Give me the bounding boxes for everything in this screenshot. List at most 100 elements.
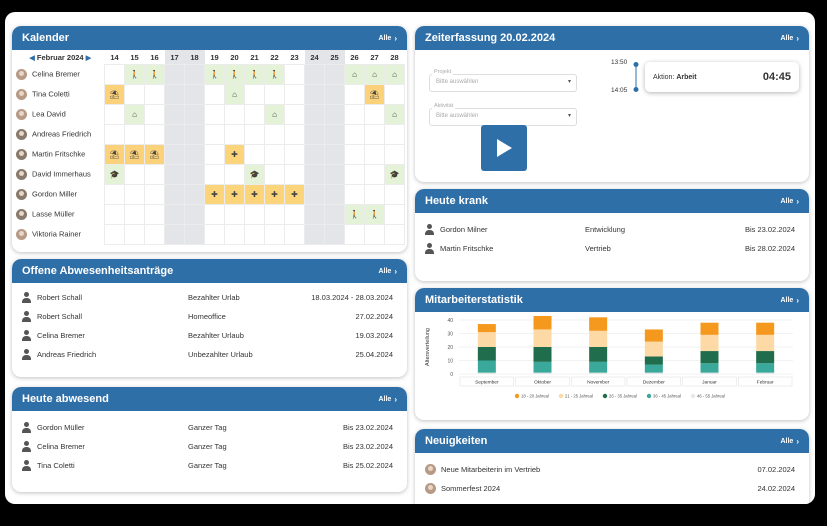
calendar-cell[interactable] [324,224,345,245]
calendar-cell[interactable] [164,104,185,125]
calendar-cell[interactable] [304,204,325,225]
calendar-cell[interactable] [164,204,185,225]
calendar-cell[interactable] [184,184,205,205]
requests-all-link[interactable]: Alle › [378,267,397,276]
calendar-cell[interactable] [144,224,165,245]
calendar-cell[interactable]: ⛱ [124,144,145,165]
calendar-cell[interactable]: ⛱ [364,84,385,105]
calendar-cell[interactable] [184,224,205,245]
calendar-cell[interactable]: 🚶 [344,204,365,225]
calendar-cell[interactable] [124,124,145,145]
list-item[interactable]: Gordon Milner Entwicklung Bis 23.02.2024 [415,220,809,239]
calendar-cell[interactable] [324,84,345,105]
calendar-cell[interactable] [184,204,205,225]
employee-name-cell[interactable]: Tina Coletti [12,85,105,105]
calendar-cell[interactable] [324,164,345,185]
calendar-cell[interactable] [384,84,405,105]
calendar-cell[interactable] [204,144,225,165]
calendar-cell[interactable] [124,84,145,105]
calendar-cell[interactable]: ✚ [284,184,305,205]
calendar-cell[interactable]: ⛱ [104,84,125,105]
calendar-cell[interactable]: ✚ [224,184,245,205]
absent-all-link[interactable]: Alle › [378,395,397,404]
calendar-cell[interactable]: 🚶 [364,204,385,225]
calendar-cell[interactable] [144,84,165,105]
calendar-cell[interactable] [324,204,345,225]
calendar-cell[interactable] [304,164,325,185]
calendar-cell[interactable] [364,164,385,185]
calendar-cell[interactable] [144,164,165,185]
calendar-cell[interactable] [104,124,125,145]
calendar-cell[interactable] [104,224,125,245]
calendar-cell[interactable] [384,184,405,205]
calendar-cell[interactable] [124,164,145,185]
calendar-cell[interactable] [344,164,365,185]
calendar-cell[interactable]: ⛱ [104,144,125,165]
chevron-right-icon[interactable]: ▶ [86,55,91,62]
project-select[interactable]: Projekt Bitte auswählen ▾ [429,69,577,92]
calendar-cell[interactable] [244,104,265,125]
chevron-left-icon[interactable]: ◀ [29,55,34,62]
calendar-cell[interactable] [144,204,165,225]
calendar-cell[interactable] [304,64,325,85]
calendar-cell[interactable]: ✚ [204,184,225,205]
calendar-cell[interactable] [164,164,185,185]
calendar-cell[interactable] [284,144,305,165]
calendar-cell[interactable]: ⌂ [384,64,405,85]
sick-all-link[interactable]: Alle › [780,197,799,206]
calendar-cell[interactable] [324,64,345,85]
calendar-cell[interactable] [264,144,285,165]
list-item[interactable]: Gordon Müller Ganzer Tag Bis 23.02.2024 [12,418,407,437]
calendar-cell[interactable] [324,144,345,165]
calendar-cell[interactable] [364,184,385,205]
calendar-cell[interactable]: ⌂ [364,64,385,85]
calendar-cell[interactable] [144,184,165,205]
list-item[interactable]: Martin Fritschke Vertrieb Bis 28.02.2024 [415,239,809,258]
employee-name-cell[interactable]: Celina Bremer [12,65,105,85]
calendar-cell[interactable] [384,224,405,245]
calendar-cell[interactable] [344,184,365,205]
calendar-cell[interactable] [204,84,225,105]
calendar-cell[interactable] [184,84,205,105]
calendar-cell[interactable] [184,124,205,145]
calendar-cell[interactable] [284,164,305,185]
employee-name-cell[interactable]: Lasse Müller [12,205,105,225]
calendar-cell[interactable] [344,104,365,125]
list-item[interactable]: Robert Schall Homeoffice 27.02.2024 [12,307,407,326]
calendar-cell[interactable] [324,124,345,145]
calendar-cell[interactable] [164,84,185,105]
calendar-cell[interactable]: ⌂ [264,104,285,125]
list-item[interactable]: Celina Bremer Bezahlter Urlaub 19.03.2024 [12,326,407,345]
calendar-cell[interactable] [164,184,185,205]
calendar-cell[interactable] [244,144,265,165]
calendar-cell[interactable]: ⛱ [144,144,165,165]
calendar-cell[interactable] [144,124,165,145]
calendar-cell[interactable] [264,204,285,225]
calendar-cell[interactable] [244,224,265,245]
calendar-cell[interactable] [244,84,265,105]
calendar-cell[interactable] [304,84,325,105]
calendar-cell[interactable] [224,164,245,185]
calendar-cell[interactable] [104,204,125,225]
calendar-cell[interactable] [184,144,205,165]
calendar-cell[interactable]: 🚶 [124,64,145,85]
list-item[interactable]: Sommerfest 2024 24.02.2024 [415,479,809,498]
calendar-cell[interactable]: 🚶 [204,64,225,85]
calendar-cell[interactable]: ⌂ [344,64,365,85]
calendar-cell[interactable] [304,184,325,205]
calendar-cell[interactable]: ✚ [224,144,245,165]
calendar-cell[interactable] [204,224,225,245]
list-item[interactable]: Robert Schall Bezahlter Urlab 18.03.2024 -… [12,288,407,307]
employee-name-cell[interactable]: Lea David [12,105,105,125]
calendar-cell[interactable] [164,64,185,85]
calendar-cell[interactable] [224,204,245,225]
list-item[interactable]: Neue Mitarbeiterin im Vertrieb 07.02.2024 [415,460,809,479]
calendar-cell[interactable] [344,124,365,145]
calendar-cell[interactable] [344,144,365,165]
stats-all-link[interactable]: Alle › [780,296,799,305]
month-selector[interactable]: ◀ Februar 2024 ▶ [12,50,105,65]
calendar-cell[interactable] [184,164,205,185]
calendar-cell[interactable] [204,104,225,125]
calendar-cell[interactable] [344,224,365,245]
calendar-cell[interactable]: 🎓 [244,164,265,185]
